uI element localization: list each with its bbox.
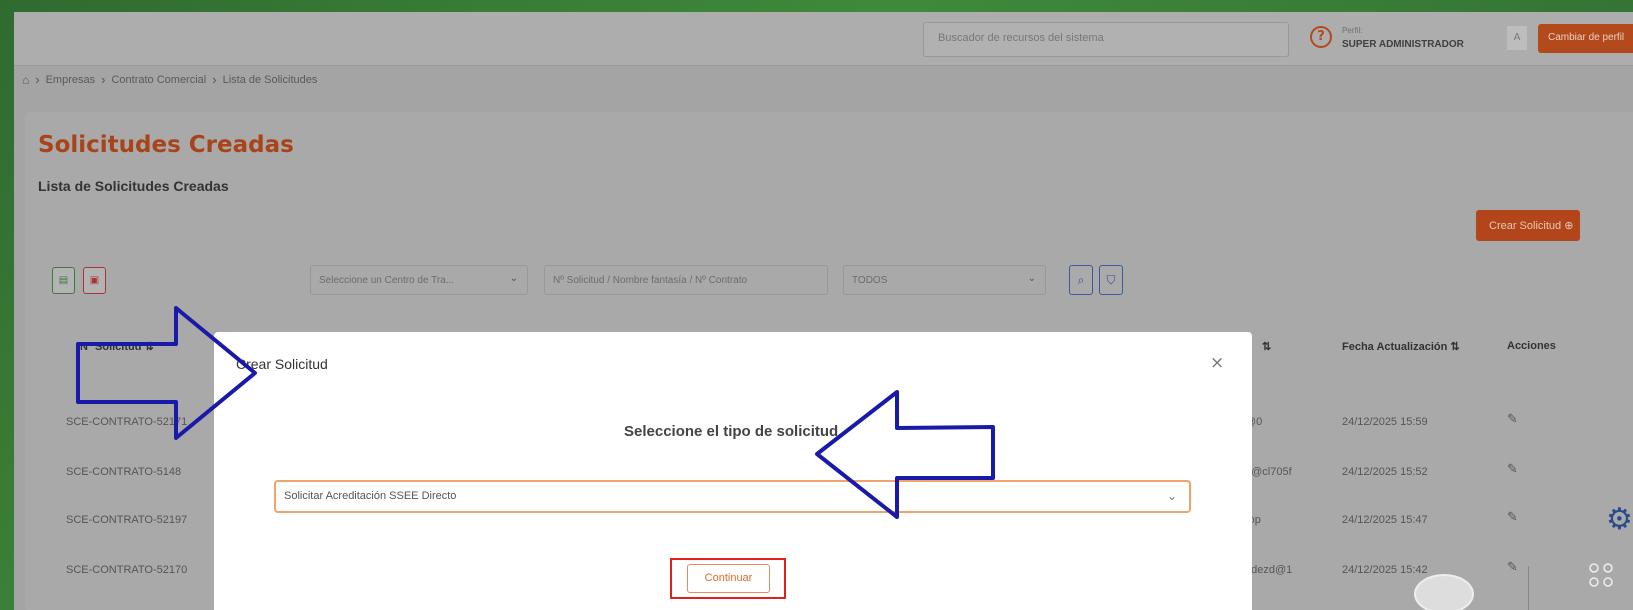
chevron-right-icon: › xyxy=(212,72,217,87)
global-search-input[interactable]: Buscador de recursos del sistema xyxy=(923,22,1289,57)
table-cell-request-no: SCE-CONTRATO-5148 xyxy=(66,466,182,478)
breadcrumb-item-lista: Lista de Solicitudes xyxy=(222,73,318,86)
profile-label: Perfil: xyxy=(1342,26,1363,35)
table-cell-partial: ndezd@1 xyxy=(1245,564,1293,576)
column-header-updated-at[interactable]: Fecha Actualización ⇅ xyxy=(1342,340,1460,353)
page-subtitle: Lista de Solicitudes Creadas xyxy=(38,178,229,194)
table-cell-request-no: SCE-CONTRATO-52197 xyxy=(66,514,188,526)
breadcrumb-item-contrato[interactable]: Contrato Comercial xyxy=(111,74,206,86)
help-icon[interactable]: ? xyxy=(1310,26,1332,48)
column-header-request-no[interactable]: Nº Solicitud ⇅ xyxy=(80,340,154,353)
chevron-down-icon: ⌄ xyxy=(1027,273,1036,284)
dots-icon[interactable] xyxy=(1586,560,1626,600)
table-cell-updated-at: 24/12/2025 15:47 xyxy=(1342,514,1428,526)
page-title: Solicitudes Creadas xyxy=(38,132,294,158)
home-icon[interactable]: ⌂ xyxy=(22,73,29,87)
table-cell-request-no: SCE-CONTRATO-52171 xyxy=(66,416,188,428)
table-cell-updated-at: 24/12/2025 15:42 xyxy=(1342,564,1428,576)
modal-title: Crear Solicitud xyxy=(236,356,328,372)
request-search-input[interactable]: Nº Solicitud / Nombre fantasía / Nº Cont… xyxy=(544,265,828,295)
close-icon[interactable]: × xyxy=(1210,353,1224,373)
column-header-hidden-sort[interactable]: ⇅ xyxy=(1262,340,1271,353)
create-request-button[interactable]: Crear Solicitud ⊕ xyxy=(1476,210,1580,241)
pdf-export-icon[interactable]: ▣ xyxy=(83,267,106,294)
chevron-right-icon: › xyxy=(101,72,106,87)
modal-question: Seleccione el tipo de solicitud xyxy=(624,423,839,440)
pencil-icon[interactable]: ✎ xyxy=(1507,462,1518,477)
status-select-value: TODOS xyxy=(852,275,888,286)
work-center-select[interactable]: Seleccione un Centro de Tra... ⌄ xyxy=(310,265,528,295)
chevron-down-icon: ⌄ xyxy=(1166,489,1177,503)
table-cell-updated-at: 24/12/2025 15:52 xyxy=(1342,466,1428,478)
gear-icon[interactable]: ⚙ xyxy=(1606,502,1633,537)
request-type-select-value: Solicitar Acreditación SSEE Directo xyxy=(284,490,457,502)
divider xyxy=(1528,566,1529,610)
breadcrumb-item-empresas[interactable]: Empresas xyxy=(46,74,96,86)
floating-widget[interactable] xyxy=(1414,574,1474,610)
request-type-select[interactable]: Solicitar Acreditación SSEE Directo ⌄ xyxy=(274,480,1191,513)
pencil-icon[interactable]: ✎ xyxy=(1507,510,1518,525)
work-center-select-value: Seleccione un Centro de Tra... xyxy=(319,275,455,286)
breadcrumb: ⌂ › Empresas › Contrato Comercial › List… xyxy=(22,72,317,87)
top-bar: Buscador de recursos del sistema ? Perfi… xyxy=(14,12,1633,66)
search-icon[interactable]: ⌕ xyxy=(1069,265,1093,295)
chevron-down-icon: ⌄ xyxy=(509,273,518,284)
avatar[interactable]: A xyxy=(1507,26,1527,50)
pencil-icon[interactable]: ✎ xyxy=(1507,412,1518,427)
continue-button[interactable]: Continuar xyxy=(687,564,770,593)
change-profile-button[interactable]: Cambiar de perfil xyxy=(1538,24,1633,53)
pencil-icon[interactable]: ✎ xyxy=(1507,560,1518,575)
table-cell-request-no: SCE-CONTRATO-52170 xyxy=(66,564,188,576)
status-select[interactable]: TODOS ⌄ xyxy=(843,265,1046,295)
column-header-actions: Acciones xyxy=(1507,340,1556,352)
profile-value: SUPER ADMINISTRADOR xyxy=(1342,39,1464,50)
filter-icon[interactable]: ⛉ xyxy=(1099,265,1123,295)
chevron-right-icon: › xyxy=(35,72,40,87)
excel-export-icon[interactable]: ▤ xyxy=(52,267,75,294)
table-cell-updated-at: 24/12/2025 15:59 xyxy=(1342,416,1428,428)
